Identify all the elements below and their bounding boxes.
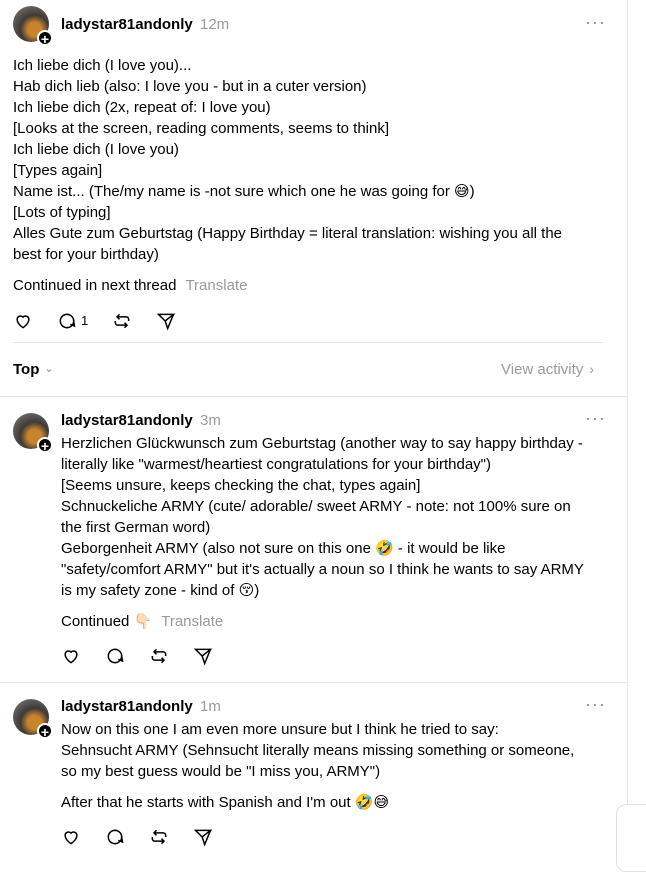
like-button[interactable]: [61, 646, 81, 666]
view-activity-label: View activity: [501, 361, 584, 378]
heart-icon: [64, 831, 78, 845]
post-line: Ich liebe dich (I love you)...: [13, 57, 192, 74]
heart-icon: [16, 314, 30, 329]
reply-body: Now on this one I am even more unsure bu…: [61, 719, 574, 782]
repost-button[interactable]: [149, 827, 169, 847]
reply-username[interactable]: ladystar81andonly: [61, 696, 193, 717]
send-icon: [156, 313, 176, 331]
reply-line: the first German word): [61, 519, 211, 536]
reply-count: 1: [81, 313, 89, 328]
post-line: Name ist... (The/my name is -not sure wh…: [13, 183, 475, 200]
chevron-down-icon: ⌄: [44, 363, 54, 375]
follow-plus-icon[interactable]: +: [37, 437, 53, 454]
view-activity-link[interactable]: View activity ›: [501, 359, 594, 380]
post-username[interactable]: ladystar81andonly: [61, 14, 193, 35]
reply-actions: [61, 827, 237, 847]
divider: [0, 396, 627, 397]
continued-text: Continued 👇🏻: [61, 613, 153, 630]
continued-text: Continued in next thread: [13, 277, 177, 294]
post-line: Ich liebe dich (2x, repeat of: I love yo…: [13, 99, 271, 116]
comment-icon: [107, 829, 124, 845]
reply-line: Schnuckeliche ARMY (cute/ adorable/ swee…: [61, 498, 571, 515]
post-line: [Lots of typing]: [13, 204, 111, 221]
reply-line: Geborgenheit ARMY (also not sure on this…: [61, 540, 506, 557]
reply-line: so my best guess would be "I miss you, A…: [61, 763, 381, 780]
follow-plus-icon[interactable]: +: [37, 723, 53, 740]
more-options-icon[interactable]: ···: [585, 408, 606, 429]
repost-icon: [114, 313, 130, 328]
reply-username[interactable]: ladystar81andonly: [61, 410, 193, 431]
like-button[interactable]: [61, 827, 81, 847]
follow-plus-icon[interactable]: +: [37, 30, 53, 47]
comment-icon: [59, 313, 76, 328]
reply-timestamp: 3m: [200, 412, 221, 429]
comment-icon: [107, 648, 124, 664]
reply-continued-row: Continued 👇🏻 Translate: [61, 611, 223, 632]
side-panel-card[interactable]: [616, 804, 646, 872]
more-options-icon[interactable]: ···: [585, 694, 606, 715]
post-body: Ich liebe dich (I love you)... Hab dich …: [13, 55, 562, 265]
thread-feed: + ladystar81andonly 12m ··· Ich liebe di…: [0, 0, 628, 871]
heart-icon: [64, 650, 78, 664]
post-actions: 1: [13, 310, 200, 331]
translate-link[interactable]: Translate: [185, 275, 247, 296]
send-icon: [193, 648, 213, 666]
reply-body: Herzlichen Glückwunsch zum Geburtstag (a…: [61, 433, 584, 601]
divider: [13, 342, 603, 343]
post-line: [Types again]: [13, 162, 103, 179]
avatar[interactable]: +: [13, 699, 53, 740]
translate-link[interactable]: Translate: [161, 611, 223, 632]
post-line: best for your birthday): [13, 246, 159, 263]
more-options-icon[interactable]: ···: [585, 12, 606, 33]
reply-button[interactable]: 1: [57, 310, 88, 331]
divider: [0, 682, 627, 683]
post-line: Alles Gute zum Geburtstag (Happy Birthda…: [13, 225, 563, 242]
chevron-right-icon: ›: [589, 361, 594, 377]
share-button[interactable]: [193, 827, 213, 847]
avatar[interactable]: +: [13, 6, 53, 47]
repost-button[interactable]: [149, 646, 169, 666]
sort-dropdown[interactable]: Top ⌄: [13, 359, 54, 380]
avatar[interactable]: +: [13, 413, 53, 454]
reply-line: "safety/comfort ARMY" but it's actually …: [61, 561, 584, 578]
repost-icon: [151, 829, 167, 845]
post-line: Hab dich lieb (also: I love you - but in…: [13, 78, 367, 95]
reply-timestamp: 1m: [200, 698, 221, 715]
send-icon: [193, 829, 213, 847]
reply-button[interactable]: [105, 827, 125, 847]
post-timestamp: 12m: [200, 16, 230, 33]
repost-icon: [151, 648, 167, 664]
reply-line: literally like "warmest/heartiest congra…: [61, 456, 491, 473]
like-button[interactable]: [13, 311, 33, 331]
sort-label: Top: [13, 361, 40, 378]
reply-line: [Seems unsure, keeps checking the chat, …: [61, 477, 421, 494]
reply-button[interactable]: [105, 646, 125, 666]
share-button[interactable]: [193, 646, 213, 666]
share-button[interactable]: [156, 311, 176, 331]
reply-closing-row: After that he starts with Spanish and I'…: [61, 792, 389, 813]
repost-button[interactable]: [112, 311, 132, 331]
post-line: [Looks at the screen, reading comments, …: [13, 120, 390, 137]
closing-text: After that he starts with Spanish and I'…: [61, 794, 390, 811]
reply-actions: [61, 646, 237, 666]
reply-line: Herzlichen Glückwunsch zum Geburtstag (a…: [61, 435, 583, 452]
reply-line: Sehnsucht ARMY (Sehnsucht literally mean…: [61, 742, 575, 759]
reply-line: Now on this one I am even more unsure bu…: [61, 721, 499, 738]
reply-line: is my safety zone - kind of 😚): [61, 582, 260, 599]
post-continued-row: Continued in next thread Translate: [13, 275, 247, 296]
post-line: Ich liebe dich (I love you): [13, 141, 179, 158]
